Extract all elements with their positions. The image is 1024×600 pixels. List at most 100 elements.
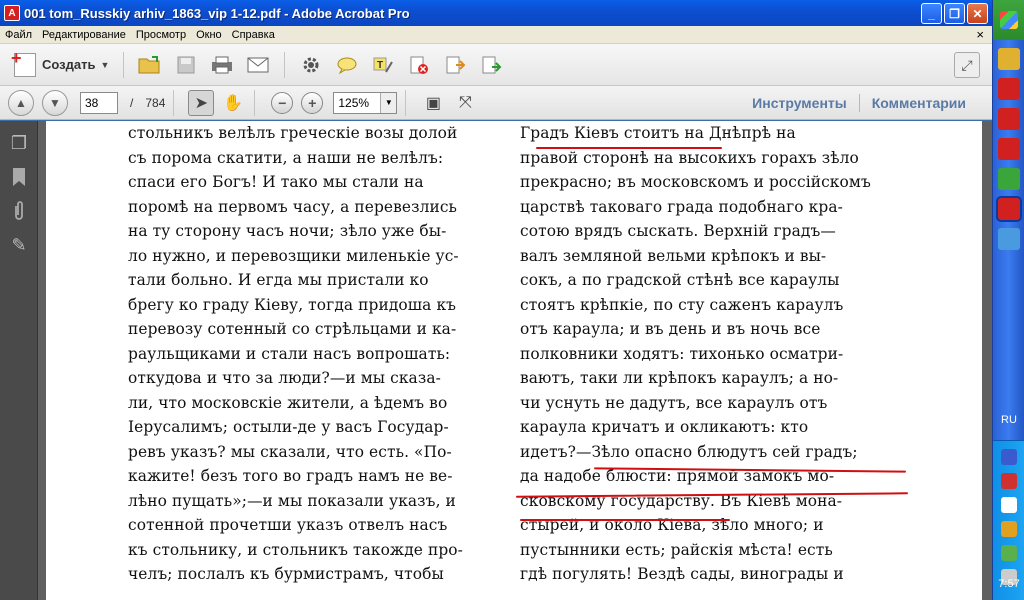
text-line: караула кричатъ и окликаютъ: кто xyxy=(520,418,809,436)
text-line: ревъ указъ? мы сказали, что есть. «По- xyxy=(128,442,452,461)
tools-link[interactable]: Инструменты xyxy=(740,95,859,111)
text-line: челъ; послалъ къ бурмистрамъ, чтобы xyxy=(128,565,444,583)
select-tool-icon[interactable]: ➤ xyxy=(188,89,215,116)
text-line: сотою врядъ сыскать. Верхній градъ— xyxy=(520,222,836,240)
text-line: сокъ, а по градской стѣнѣ все караулы xyxy=(520,271,840,289)
tray-icon[interactable] xyxy=(1001,545,1017,561)
extract-icon[interactable] xyxy=(441,51,469,79)
zoom-out-button[interactable]: − xyxy=(271,91,294,114)
export-icon[interactable] xyxy=(477,51,505,79)
text-line: чи уснуть не дадутъ, все караулъ отъ xyxy=(520,393,828,412)
signatures-icon[interactable]: ✎ xyxy=(7,233,31,257)
minimize-button[interactable]: _ xyxy=(921,3,942,24)
document-view[interactable]: стольникъ велѣлъ греческіе возы долой съ… xyxy=(38,121,992,600)
tray-icon[interactable] xyxy=(1001,497,1017,513)
taskbar-app-icon[interactable] xyxy=(998,48,1020,70)
zoom-select[interactable]: 125% ▼ xyxy=(333,91,398,114)
text-line: съ порома скатити, а наши не велѣлъ: xyxy=(128,148,444,167)
fit-width-icon[interactable]: ⤧ xyxy=(452,90,478,116)
save-icon[interactable] xyxy=(172,51,200,79)
red-underline-annotation[interactable] xyxy=(520,519,730,521)
text-line: царствѣ таковаго града подобнаго кра- xyxy=(520,197,843,216)
clock[interactable]: 7:57 xyxy=(993,578,1024,590)
previous-page-button[interactable]: ▲ xyxy=(8,89,34,116)
windows-taskbar: RU 7:57 xyxy=(992,0,1024,600)
chevron-down-icon[interactable]: ▼ xyxy=(380,92,397,113)
hand-tool-icon[interactable]: ✋ xyxy=(220,90,246,116)
pdf-page: стольникъ велѣлъ греческіе возы долой съ… xyxy=(46,121,982,600)
right-column: Градъ Кіевъ стоитъ на Днѣпрѣ на правой с… xyxy=(520,121,896,587)
zoom-in-button[interactable]: + xyxy=(301,91,324,114)
taskbar-pdf-icon[interactable] xyxy=(998,78,1020,100)
text-line: Градъ Кіевъ стоитъ на Днѣпрѣ на xyxy=(520,124,796,142)
maximize-button[interactable]: ❐ xyxy=(944,3,965,24)
pages-icon[interactable]: ❐ xyxy=(7,131,31,155)
taskbar-pdf-icon[interactable] xyxy=(998,108,1020,130)
comment-icon[interactable] xyxy=(333,51,361,79)
toolbar-divider xyxy=(173,89,175,116)
settings-icon[interactable] xyxy=(297,51,325,79)
taskbar-pdf-icon[interactable] xyxy=(996,196,1022,222)
start-button[interactable] xyxy=(993,0,1024,40)
menu-view[interactable]: Просмотр xyxy=(131,29,191,41)
tray-icon[interactable] xyxy=(1001,473,1017,489)
next-page-button[interactable]: ▼ xyxy=(42,89,68,116)
taskbar-app-icon[interactable] xyxy=(998,228,1020,250)
text-line: перевозу сотенный со стрѣльцами и ка- xyxy=(128,320,457,338)
tray-icon[interactable] xyxy=(1001,449,1017,465)
text-line: брегу ко граду Кіеву, тогда придоша къ xyxy=(128,295,457,314)
text-line: кажите! безъ того во градъ намъ не ве- xyxy=(128,467,453,485)
close-button[interactable]: ✕ xyxy=(967,3,988,24)
delete-page-icon[interactable] xyxy=(405,51,433,79)
close-document-icon[interactable]: × xyxy=(976,27,984,42)
navigation-toolbar: ▲ ▼ 38 / 784 ➤ ✋ − + 125% ▼ ▣ ⤧ Инструме… xyxy=(0,86,992,120)
page-number-input[interactable]: 38 xyxy=(80,91,118,114)
language-indicator[interactable]: RU xyxy=(993,414,1024,426)
taskbar-pdf-icon[interactable] xyxy=(998,138,1020,160)
system-tray: 7:57 xyxy=(993,440,1024,600)
red-underline-annotation[interactable] xyxy=(536,147,722,149)
menu-edit[interactable]: Редактирование xyxy=(37,29,131,41)
comments-link[interactable]: Комментарии xyxy=(860,95,978,111)
menu-help[interactable]: Справка xyxy=(227,29,280,41)
text-line: спаси его Богъ! И тако мы стали на xyxy=(128,173,424,191)
text-line: стоятъ крѣпкіе, по сту саженъ караулъ xyxy=(520,295,844,314)
print-icon[interactable] xyxy=(208,51,236,79)
text-line: на ту сторону часъ ночи; зѣло уже бы- xyxy=(128,222,447,240)
text-line: ли, что московскіе жители, а ѣдемъ во xyxy=(128,393,448,412)
bookmarks-icon[interactable] xyxy=(7,165,31,189)
create-label: Создать xyxy=(42,57,96,72)
text-line: къ стольнику, и стольникъ такожде про- xyxy=(128,540,463,559)
tray-icon[interactable] xyxy=(1001,521,1017,537)
menu-file[interactable]: Файл xyxy=(0,29,37,41)
text-line: полковники ходятъ: тихонько осматри- xyxy=(520,344,844,363)
text-line: ло нужно, и перевозщики миленькіе ус- xyxy=(128,246,459,265)
menu-bar: Файл Редактирование Просмотр Окно Справк… xyxy=(0,26,992,44)
email-icon[interactable] xyxy=(244,51,272,79)
panel-links: Инструменты Комментарии xyxy=(740,94,978,112)
menu-window[interactable]: Окно xyxy=(191,29,227,41)
text-line: стольникъ велѣлъ греческіе возы долой xyxy=(128,124,458,142)
window-title: 001 tom_Russkiy arhiv_1863_vip 1-12.pdf … xyxy=(24,5,410,21)
text-line: тали больно. И егда мы пристали ко xyxy=(128,271,429,289)
text-line: откудова и что за люди?—и мы сказа- xyxy=(128,369,441,387)
main-toolbar: Создать ▼ T ⤢ xyxy=(0,44,992,86)
text-line: правой сторонѣ на высокихъ горахъ зѣло xyxy=(520,148,859,167)
fit-page-icon[interactable]: ▣ xyxy=(420,90,446,116)
text-line: Іерусалимъ; остыли-де у васъ Государ- xyxy=(128,418,449,436)
title-bar: A 001 tom_Russkiy arhiv_1863_vip 1-12.pd… xyxy=(0,0,992,26)
text-line: поромѣ на первомъ часу, а перевезлись xyxy=(128,197,458,216)
left-column: стольникъ велѣлъ греческіе возы долой съ… xyxy=(128,121,498,587)
expand-icon[interactable]: ⤢ xyxy=(954,52,980,78)
zoom-value: 125% xyxy=(338,95,370,110)
taskbar-app-icon[interactable] xyxy=(998,168,1020,190)
attachments-icon[interactable] xyxy=(7,199,31,223)
open-icon[interactable] xyxy=(136,51,164,79)
toolbar-divider xyxy=(405,89,407,116)
svg-text:T: T xyxy=(377,60,383,71)
highlight-icon[interactable]: T xyxy=(369,51,397,79)
acrobat-app-icon[interactable]: A xyxy=(4,5,20,21)
text-line: гдѣ погулять! Вездѣ сады, винограды и xyxy=(520,565,844,583)
text-line: валъ земляной вельми крѣпокъ и вы- xyxy=(520,246,827,265)
create-button[interactable]: Создать ▼ xyxy=(8,48,115,81)
